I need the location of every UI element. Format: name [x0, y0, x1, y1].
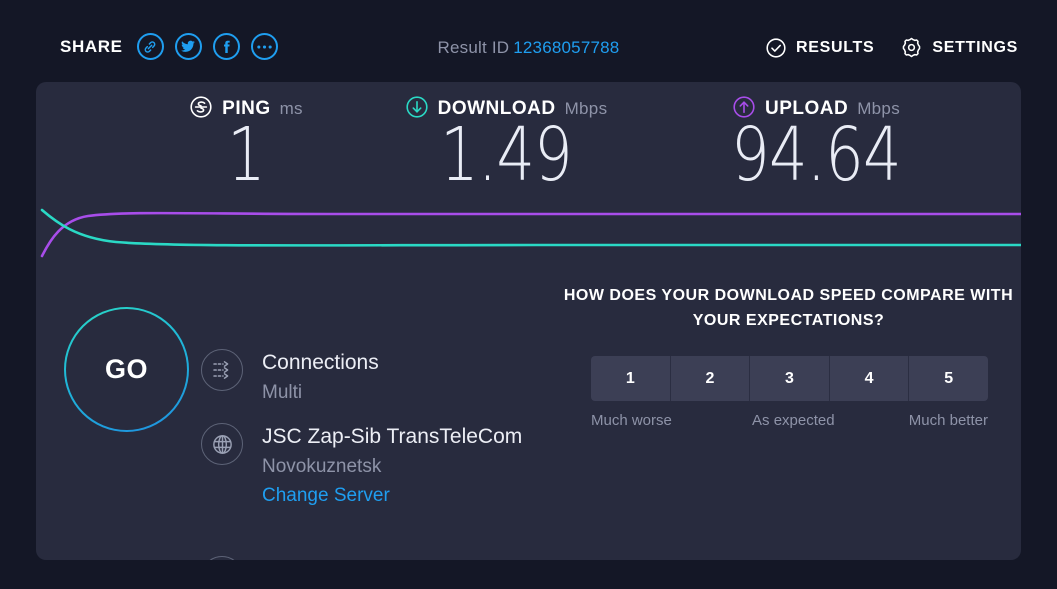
download-curve: [40, 208, 1021, 247]
change-server-link[interactable]: Change Server: [262, 482, 522, 511]
rating-label-low: Much worse: [591, 412, 672, 429]
person-icon: [201, 556, 243, 560]
result-id-label: Result ID: [437, 38, 510, 57]
rating-option-1[interactable]: 1: [591, 356, 671, 401]
survey-rating-labels: Much worse As expected Much better: [591, 412, 988, 429]
rating-option-3[interactable]: 3: [750, 356, 830, 401]
server-location: Novokuznetsk: [262, 455, 382, 477]
survey-rating-group: 1 2 3 4 5: [591, 356, 988, 401]
survey-question: HOW DOES YOUR DOWNLOAD SPEED COMPARE WIT…: [563, 287, 1014, 329]
metric-ping-unit: ms: [279, 99, 303, 118]
nav-settings-label: SETTINGS: [932, 38, 1018, 56]
nav-results[interactable]: RESULTS: [765, 37, 874, 59]
info-row-isp[interactable]: TTK: [201, 554, 302, 560]
speed-graph: [36, 200, 1021, 262]
isp-name: TTK: [262, 558, 302, 560]
nav-results-label: RESULTS: [796, 38, 875, 56]
info-row-server[interactable]: JSC Zap-Sib TransTeleCom Novokuznetsk Ch…: [201, 421, 522, 511]
gear-icon: [900, 36, 923, 59]
connections-title: Connections: [262, 351, 379, 374]
result-id-value[interactable]: 12368057788: [513, 38, 619, 57]
rating-label-high: Much better: [908, 412, 988, 429]
results-panel: PING ms 1 DOWNLOAD Mbps 1.49 UPLOAD Mbps…: [36, 82, 1021, 560]
rating-option-5[interactable]: 5: [909, 356, 988, 401]
rating-option-2[interactable]: 2: [670, 356, 751, 401]
nav-settings[interactable]: SETTINGS: [900, 36, 1018, 59]
panel-lower: GO Connections Multi JSC Zap-Sib TransTe…: [36, 264, 1021, 560]
metrics-row: PING ms 1 DOWNLOAD Mbps 1.49 UPLOAD Mbps…: [36, 82, 1021, 212]
metric-download-value: 1.49: [440, 112, 573, 198]
upload-curve: [40, 211, 1021, 258]
metric-upload-value: 94.64: [731, 112, 901, 198]
connections-icon: [201, 349, 243, 391]
globe-icon: [201, 423, 243, 465]
go-button-label: GO: [104, 354, 148, 384]
top-bar: SHARE Result ID 12368057788 RESULTS SETT…: [0, 0, 1057, 82]
top-nav: RESULTS SETTINGS: [765, 36, 1018, 59]
metric-ping-value: 1: [227, 112, 266, 198]
go-button[interactable]: GO: [64, 307, 189, 432]
metric-upload: UPLOAD Mbps 94.64: [666, 95, 966, 198]
metric-ping: PING ms 1: [122, 95, 370, 198]
check-circle-icon: [765, 37, 787, 59]
rating-option-4[interactable]: 4: [829, 356, 910, 401]
info-row-connections[interactable]: Connections Multi: [201, 347, 379, 407]
connections-value: Multi: [262, 381, 303, 403]
metric-download: DOWNLOAD Mbps 1.49: [356, 95, 656, 198]
server-name: JSC Zap-Sib TransTeleCom: [262, 425, 523, 448]
rating-label-mid: As expected: [752, 412, 835, 429]
